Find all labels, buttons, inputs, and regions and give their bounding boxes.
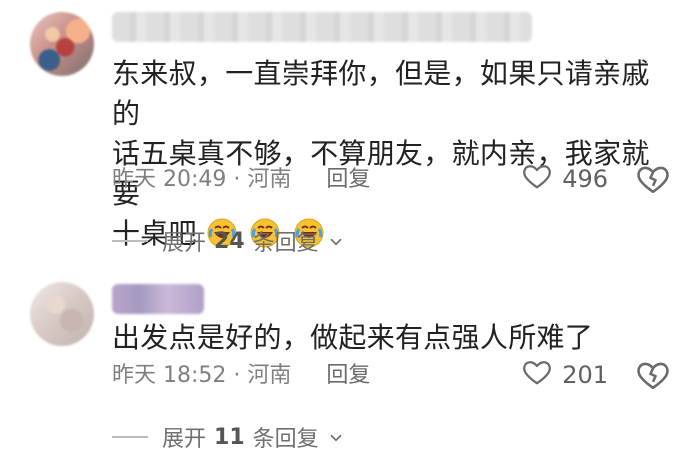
reply-count: 11 — [214, 424, 245, 450]
avatar[interactable] — [30, 12, 94, 76]
expand-replies-label: 展开 11 条回复 — [162, 421, 345, 453]
comment-time: 昨天 18:52 — [112, 363, 227, 388]
heart-icon — [522, 161, 562, 197]
reply-count: 24 — [214, 228, 245, 254]
username-blurred[interactable] — [112, 12, 532, 42]
expand-prefix: 展开 — [162, 427, 207, 452]
chevron-down-icon — [327, 428, 345, 446]
heart-icon — [522, 357, 562, 393]
comment-text-line-1: 出发点是好的，做起来有点强人所难了 — [112, 321, 594, 354]
expand-replies-label: 展开 24 条回复 — [162, 225, 345, 257]
expand-replies-button[interactable]: 展开 24 条回复 — [112, 226, 345, 256]
reply-button[interactable]: 回复 — [326, 167, 370, 192]
dislike-button[interactable] — [636, 358, 670, 392]
dislike-button[interactable] — [636, 162, 670, 196]
chevron-down-icon — [327, 232, 345, 250]
like-button[interactable]: 496 — [522, 162, 608, 196]
avatar[interactable] — [30, 282, 94, 346]
comment-text-line-1: 东来叔，一直崇拜你，但是，如果只请亲戚的 — [112, 57, 650, 130]
meta-dot: · — [233, 363, 241, 388]
divider-line — [112, 240, 148, 242]
comment-text: 东来叔，一直崇拜你，但是，如果只请亲戚的 话五桌真不够，不算朋友，就内亲，我家就… — [112, 54, 672, 254]
broken-heart-icon — [636, 362, 670, 396]
comment-location: 河南 — [247, 167, 292, 192]
divider-line — [112, 436, 148, 438]
comment-meta: 昨天 20:49 · 河南 回复 — [112, 164, 370, 196]
like-count: 496 — [562, 165, 608, 193]
broken-heart-icon — [636, 166, 670, 200]
meta-dot: · — [233, 167, 241, 192]
comment-meta: 昨天 18:52 · 河南 回复 — [112, 360, 370, 392]
username-blurred[interactable] — [112, 284, 204, 314]
expand-prefix: 展开 — [162, 231, 207, 256]
comment-location: 河南 — [247, 363, 292, 388]
like-count: 201 — [562, 361, 608, 389]
comment-text: 出发点是好的，做起来有点强人所难了 — [112, 318, 672, 358]
reply-button[interactable]: 回复 — [326, 363, 370, 388]
expand-suffix: 条回复 — [252, 427, 319, 452]
like-button[interactable]: 201 — [522, 358, 608, 392]
comment-time: 昨天 20:49 — [112, 167, 227, 192]
expand-suffix: 条回复 — [252, 231, 319, 256]
expand-replies-button[interactable]: 展开 11 条回复 — [112, 422, 345, 452]
